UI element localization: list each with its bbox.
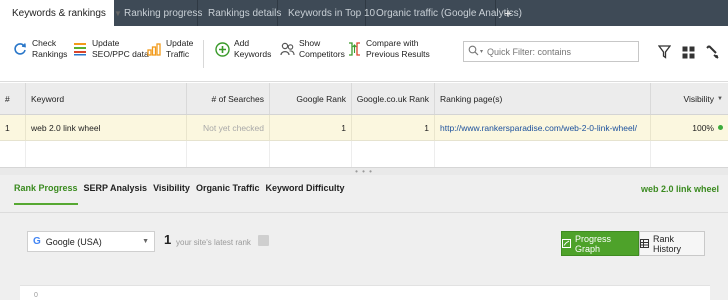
show-competitors-label: Show Competitors	[299, 38, 345, 59]
status-dot	[718, 125, 723, 130]
search-engine-value: Google (USA)	[45, 236, 102, 247]
rank-progress-chart	[20, 285, 710, 300]
details-panel: Rank Progress SERP Analysis Visibility O…	[0, 175, 728, 300]
tab-keywords-top10[interactable]: Keywords in Top 10	[278, 0, 375, 26]
visibility-value: 100%	[692, 122, 714, 133]
compare-label: Compare with Previous Results	[366, 38, 430, 59]
add-tab-button[interactable]: +	[496, 0, 520, 26]
export-icon[interactable]	[258, 235, 269, 246]
tab-rankings-details[interactable]: Rankings details	[198, 0, 282, 26]
update-seo-label: Update SEO/PPC data	[92, 38, 149, 59]
row-visibility: 100%	[651, 115, 728, 140]
column-header-ranking-page[interactable]: Ranking page(s)	[435, 83, 651, 114]
filter-icon[interactable]	[656, 43, 672, 61]
row-ranking-page-link[interactable]: http://www.rankersparadise.com/web-2-0-l…	[435, 115, 651, 140]
tab-label: Rankings details	[208, 7, 282, 19]
tab-label: Keywords in Top 10	[288, 7, 376, 19]
chart-axis-tick: 0	[34, 292, 38, 299]
empty-cell	[0, 141, 26, 167]
update-traffic-button[interactable]: Update Traffic	[146, 38, 193, 60]
users-icon	[279, 38, 295, 60]
panel-splitter[interactable]: • • •	[0, 167, 728, 176]
row-keyword: web 2.0 link wheel	[26, 115, 187, 140]
settings-icon[interactable]	[704, 43, 720, 61]
chevron-down-icon[interactable]: ▾	[480, 48, 483, 55]
column-header-google-rank[interactable]: Google Rank	[270, 83, 352, 114]
add-keywords-button[interactable]: Add Keywords	[214, 38, 271, 60]
update-traffic-label: Update Traffic	[166, 38, 194, 59]
rank-history-button[interactable]: Rank History	[639, 231, 705, 256]
progress-graph-button[interactable]: Progress Graph	[561, 231, 639, 256]
table-empty-row	[0, 141, 728, 167]
google-icon: G	[33, 236, 41, 247]
latest-rank-label: your site's latest rank	[176, 238, 251, 247]
subtab-rank-progress[interactable]: Rank Progress	[14, 183, 78, 205]
tab-ranking-progress[interactable]: Ranking progress	[114, 0, 202, 26]
divider	[0, 212, 728, 213]
row-num: 1	[0, 115, 26, 140]
table-icon	[640, 239, 649, 248]
visibility-header-label: Visibility	[683, 93, 715, 104]
row-google-couk-rank: 1	[352, 115, 435, 140]
table-row[interactable]: 1 web 2.0 link wheel Not yet checked 1 1…	[0, 115, 728, 141]
list-update-icon	[72, 38, 88, 60]
subtab-visibility[interactable]: Visibility	[153, 183, 190, 205]
column-header-google-couk-rank[interactable]: Google.co.uk Rank	[352, 83, 435, 114]
latest-rank-value: 1	[164, 232, 172, 247]
chevron-down-icon[interactable]: ▼	[717, 96, 723, 102]
add-keywords-label: Add Keywords	[234, 38, 272, 59]
check-rankings-button[interactable]: Check Rankings	[12, 38, 67, 60]
graph-icon	[562, 239, 571, 248]
quick-filter-input[interactable]	[487, 46, 628, 57]
toolbar-divider	[203, 40, 204, 68]
compare-results-button[interactable]: Compare with Previous Results	[346, 38, 430, 60]
refresh-icon	[12, 38, 28, 60]
bar-chart-icon	[146, 38, 162, 60]
columns-icon[interactable]	[680, 43, 696, 61]
chevron-down-icon: ▼	[142, 238, 149, 245]
progress-graph-label: Progress Graph	[575, 233, 612, 254]
column-header-searches[interactable]: # of Searches	[187, 83, 270, 114]
column-header-keyword[interactable]: Keyword	[26, 83, 187, 114]
empty-cell	[26, 141, 187, 167]
empty-cell	[435, 141, 651, 167]
search-icon	[468, 45, 479, 58]
rank-history-label: Rank History	[653, 233, 682, 254]
toolbar: Check Rankings Update SEO/PPC data Updat…	[0, 26, 728, 82]
row-searches: Not yet checked	[187, 115, 270, 140]
empty-cell	[187, 141, 270, 167]
empty-cell	[352, 141, 435, 167]
column-header-visibility[interactable]: Visibility ▼	[651, 83, 728, 114]
column-header-num[interactable]: #	[0, 83, 26, 114]
tab-label: Keywords & rankings	[12, 7, 106, 19]
subtab-organic-traffic[interactable]: Organic Traffic	[196, 183, 260, 205]
subtab-serp-analysis[interactable]: SERP Analysis	[84, 183, 148, 205]
tab-keywords-rankings[interactable]: Keywords & rankings ▼	[0, 0, 122, 26]
update-seo-ppc-button[interactable]: Update SEO/PPC data	[72, 38, 149, 60]
add-circle-icon	[214, 38, 230, 60]
quick-filter[interactable]: ▾	[463, 41, 639, 62]
details-subtabs: Rank Progress SERP Analysis Visibility O…	[14, 183, 344, 205]
check-rankings-label: Check Rankings	[32, 38, 68, 59]
selected-keyword: web 2.0 link wheel	[640, 184, 719, 194]
row-google-rank: 1	[270, 115, 352, 140]
table-header: # Keyword # of Searches Google Rank Goog…	[0, 83, 728, 115]
subtab-keyword-difficulty[interactable]: Keyword Difficulty	[265, 183, 344, 205]
tab-organic-traffic[interactable]: Organic traffic (Google Analytics)	[366, 0, 522, 26]
search-engine-select[interactable]: G Google (USA) ▼	[27, 231, 155, 252]
empty-cell	[651, 141, 728, 167]
show-competitors-button[interactable]: Show Competitors	[279, 38, 345, 60]
tab-label: Ranking progress	[124, 7, 203, 19]
keywords-table: # Keyword # of Searches Google Rank Goog…	[0, 83, 728, 167]
empty-cell	[270, 141, 352, 167]
tab-bar: Keywords & rankings ▼ Ranking progress R…	[0, 0, 728, 26]
compare-icon	[346, 38, 362, 60]
